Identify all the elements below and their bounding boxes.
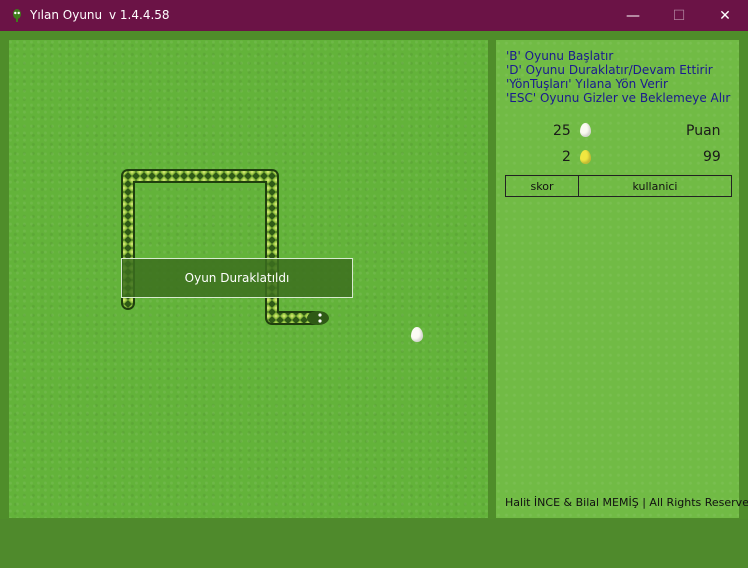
gold-egg-count: 2 — [562, 149, 571, 165]
score-label: Puan — [686, 123, 721, 139]
white-egg-icon — [411, 327, 423, 342]
white-egg-icon — [580, 123, 591, 137]
pause-message: Oyun Duraklatıldı — [121, 258, 353, 298]
score-column-header[interactable]: skor — [506, 176, 579, 196]
help-line-start: 'B' Oyunu Başlatır — [506, 49, 614, 63]
score-value: 99 — [703, 149, 721, 165]
help-line-direction: 'YönTuşları' Yılana Yön Verir — [506, 77, 668, 91]
gold-egg-icon — [580, 150, 591, 164]
help-line-pause: 'D' Oyunu Duraklatır/Devam Ettirir — [506, 63, 713, 77]
credits: Halit İNCE & Bilal MEMİŞ | All Rights Re… — [505, 496, 748, 509]
score-table: skor kullanici — [505, 175, 732, 197]
info-panel — [496, 40, 739, 518]
user-column-header[interactable]: kullanici — [579, 176, 731, 196]
snake-head-icon — [307, 311, 329, 325]
white-egg-count: 25 — [553, 123, 571, 139]
help-line-escape: 'ESC' Oyunu Gizler ve Beklemeye Alır — [506, 91, 731, 105]
